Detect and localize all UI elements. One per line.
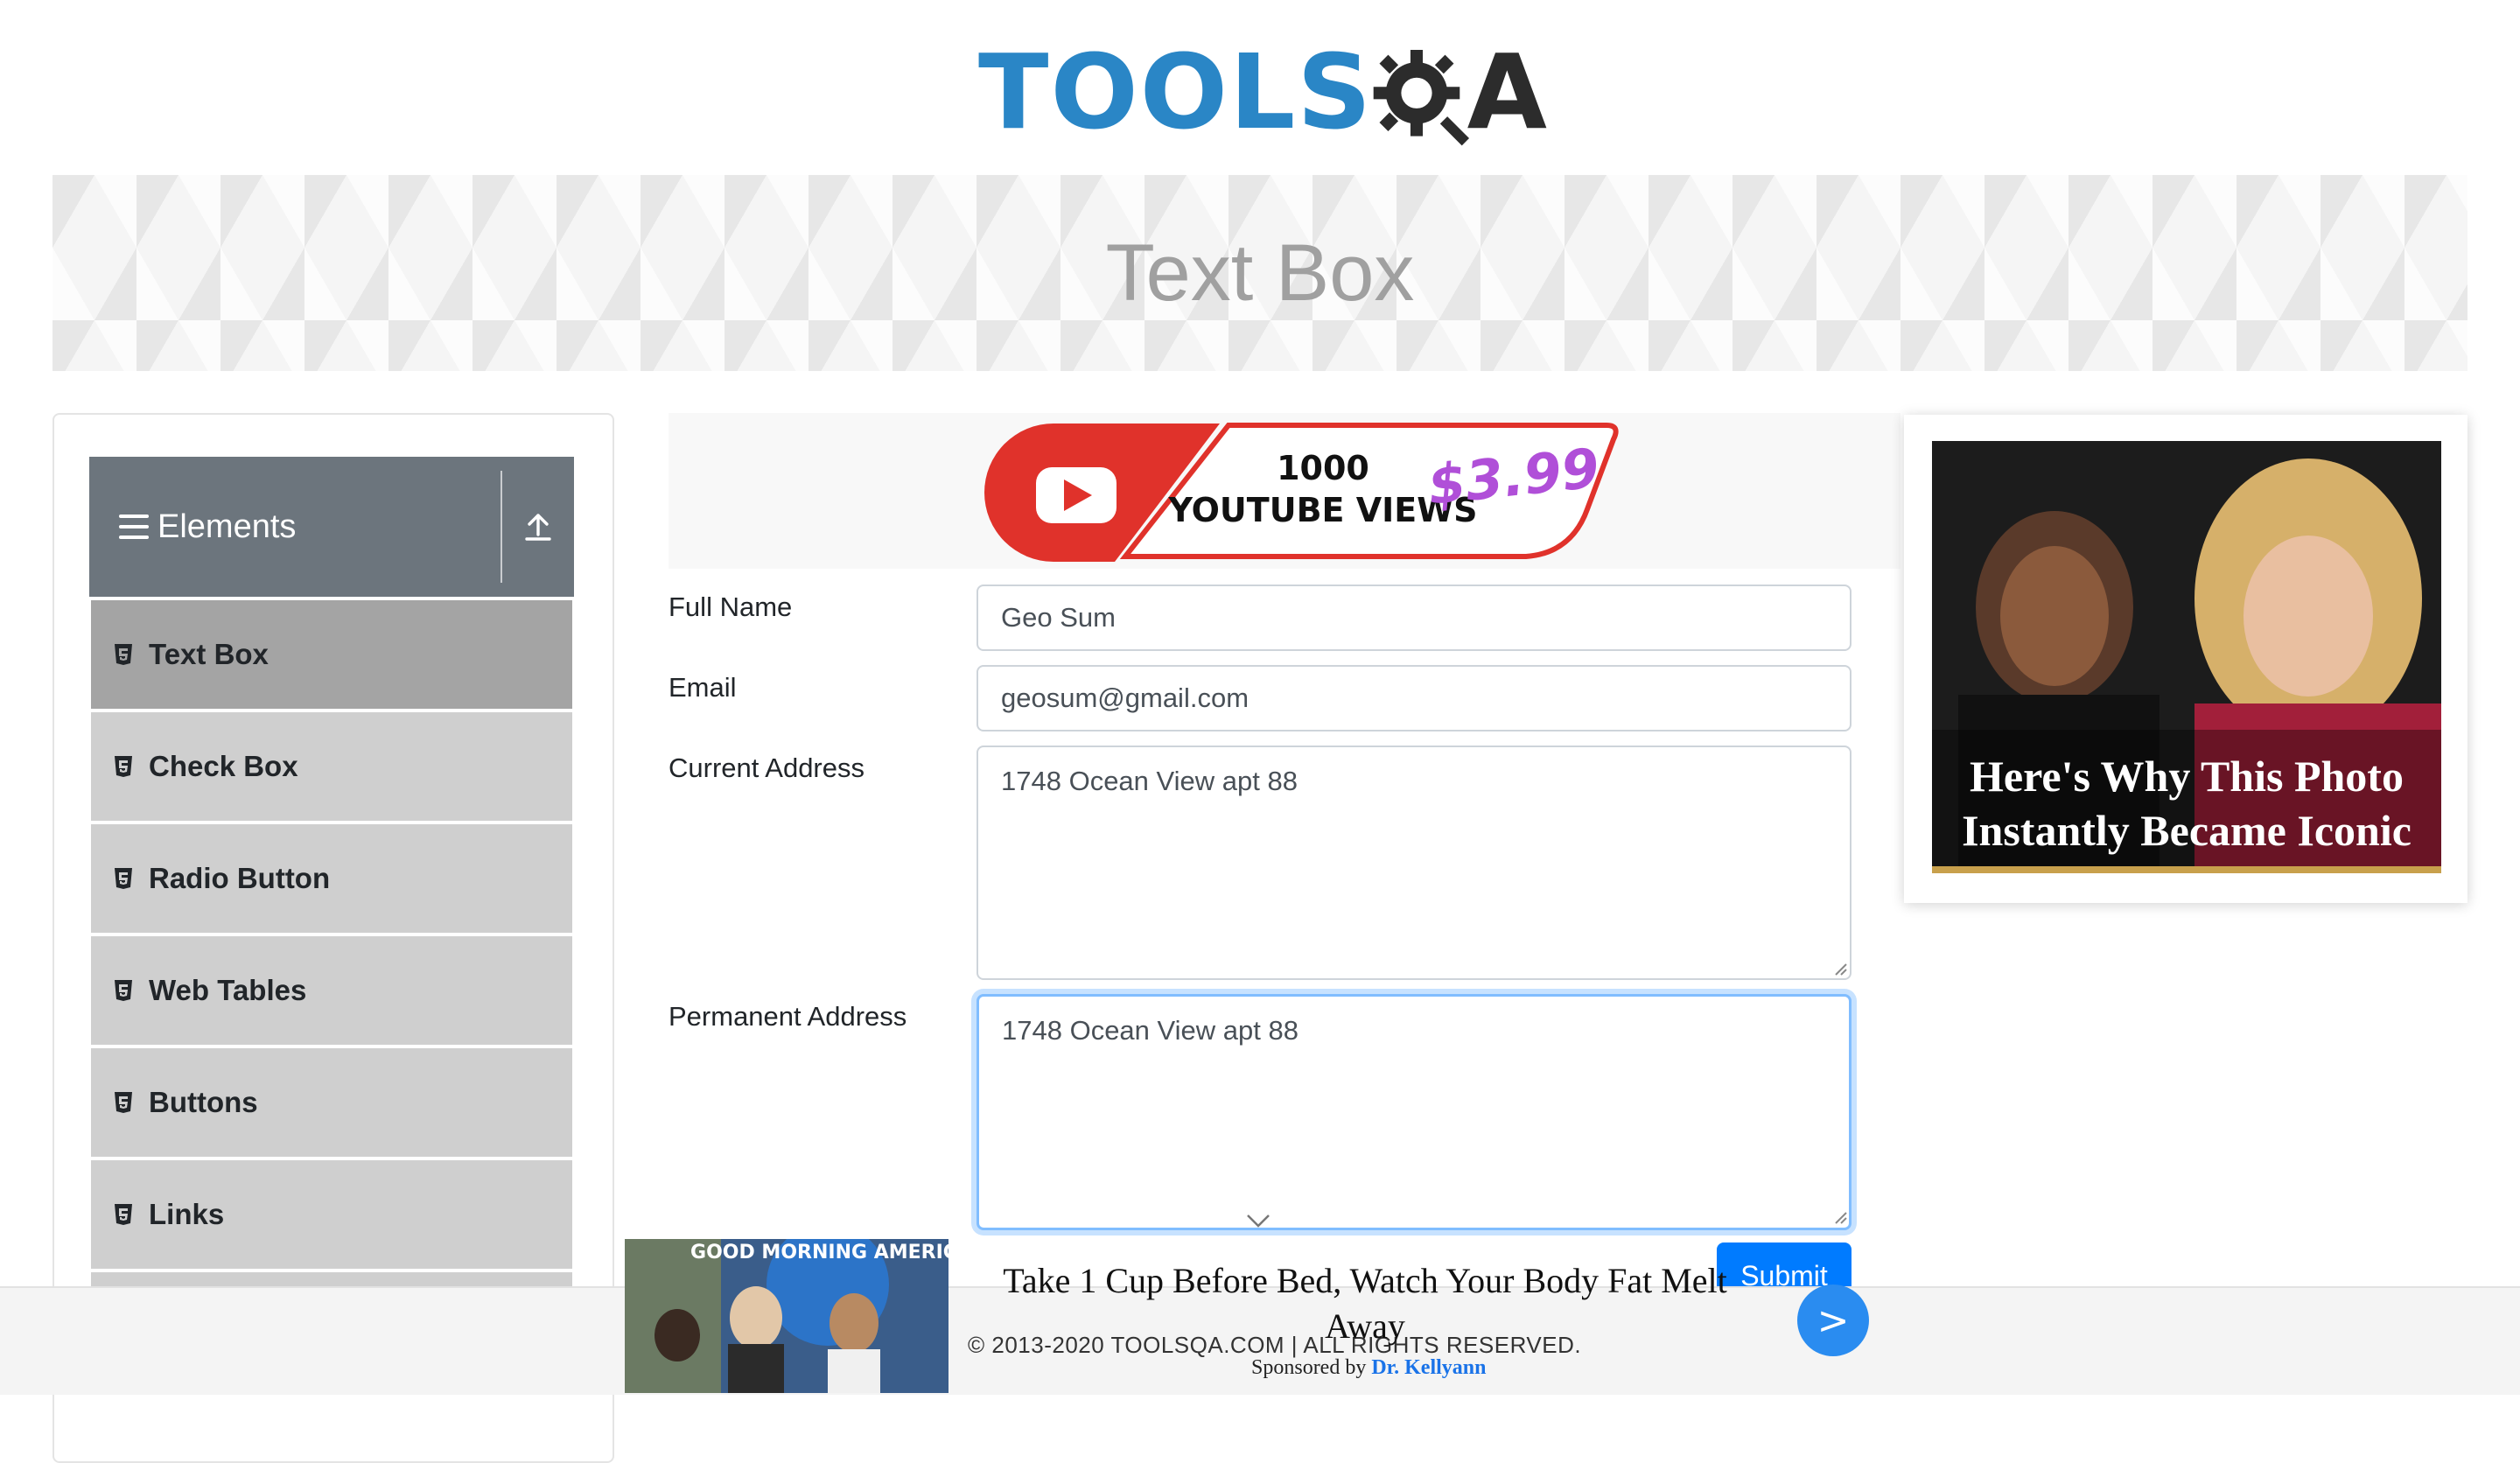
email-input[interactable] (976, 665, 1852, 732)
sidebar-item-buttons[interactable]: Buttons (91, 1048, 572, 1157)
bottom-ad-image-text: GOOD MORNING AMERICA (690, 1242, 948, 1264)
sidebar-item-label: Buttons (149, 1086, 258, 1118)
html5-icon (115, 1092, 132, 1113)
sidebar-item-label: Web Tables (149, 974, 307, 1006)
current-address-label: Current Address (668, 752, 864, 783)
email-label: Email (668, 672, 737, 703)
sidebar-item-label: Links (149, 1198, 225, 1230)
logo-text-tools: TOOLS (978, 32, 1374, 152)
sidebar-item-radio-button[interactable]: Radio Button (91, 824, 572, 933)
gear-magnifier-icon (1373, 50, 1470, 146)
collapse-button[interactable] (500, 471, 574, 583)
sidebar-item-links[interactable]: Links (91, 1160, 572, 1269)
chevron-down-icon[interactable] (1246, 1213, 1270, 1228)
html5-icon (115, 756, 132, 777)
hamburger-menu-icon (119, 514, 149, 539)
resize-grip-icon[interactable] (1832, 961, 1848, 976)
sidebar-item-text-box[interactable]: Text Box (91, 600, 572, 709)
sidebar-item-label: Radio Button (149, 862, 331, 894)
ad-photo: Here's Why This Photo Instantly Became I… (1932, 441, 2441, 873)
group-title: Elements (158, 508, 297, 545)
upload-arrow-icon (525, 514, 551, 541)
sponsor-name[interactable]: Dr. Kellyann (1371, 1356, 1486, 1379)
html5-icon (115, 868, 132, 889)
page-banner: Text Box (52, 175, 2468, 371)
youtube-views-ad[interactable]: 1000 YOUTUBE VIEWS $3.99 (668, 413, 1900, 569)
elements-group-header[interactable]: Elements (89, 457, 574, 597)
logo-text-a: A (1466, 32, 1547, 152)
current-address-textarea[interactable]: 1748 Ocean View apt 88 (976, 746, 1852, 980)
right-sidebar-ad[interactable]: Here's Why This Photo Instantly Became I… (1904, 415, 2468, 903)
sponsor-prefix: Sponsored by (1251, 1356, 1367, 1379)
ad-gold-bar (1932, 866, 2441, 873)
ad-line1: 1000 (1277, 449, 1369, 487)
html5-icon (115, 1204, 132, 1225)
bottom-ad-image[interactable]: GOOD MORNING AMERICA (625, 1239, 948, 1393)
bottom-ad-photo: GOOD MORNING AMERICA (625, 1239, 948, 1393)
full-name-label: Full Name (668, 592, 793, 622)
html5-icon (115, 980, 132, 1001)
bottom-ad-title[interactable]: Take 1 Cup Before Bed, Watch Your Body F… (962, 1258, 1768, 1349)
sidebar-item-check-box[interactable]: Check Box (91, 712, 572, 821)
permanent-address-label: Permanent Address (668, 1001, 907, 1032)
bottom-ad-next-button[interactable]: > (1797, 1284, 1869, 1356)
sidebar-item-label: Text Box (149, 638, 269, 670)
ad-caption: Here's Why This Photo Instantly Became I… (1962, 752, 2412, 855)
full-name-input[interactable] (976, 584, 1852, 651)
page-title: Text Box (1105, 228, 1415, 318)
permanent-address-textarea[interactable]: 1748 Ocean View apt 88 (976, 994, 1852, 1230)
sidebar-item-web-tables[interactable]: Web Tables (91, 936, 572, 1045)
html5-icon (115, 644, 132, 665)
sidebar-item-label: Check Box (149, 750, 298, 782)
toolsqa-logo[interactable]: TOOLS A (978, 26, 1547, 158)
ad-banner-graphic: 1000 YOUTUBE VIEWS $3.99 (984, 423, 1619, 562)
resize-grip-icon[interactable] (1832, 1209, 1848, 1225)
bottom-ad-sponsor: Sponsored by Dr. Kellyann (1251, 1356, 1486, 1380)
